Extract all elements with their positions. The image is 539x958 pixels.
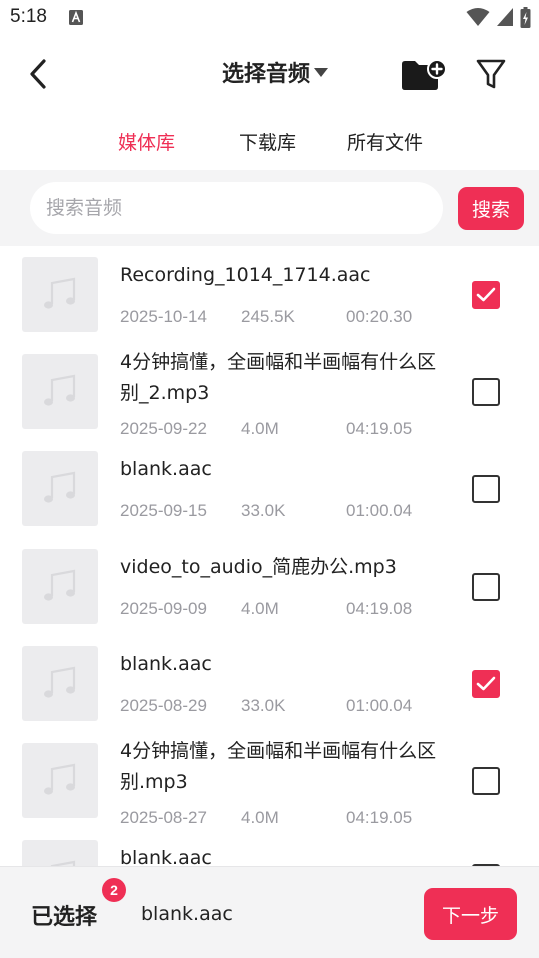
audio-thumbnail <box>22 549 98 624</box>
list-item[interactable]: blank.aac 2025-08-29 33.0K 01:00.04 <box>0 635 539 732</box>
tab-media-library[interactable]: 媒体库 <box>118 128 175 155</box>
search-input[interactable] <box>30 182 443 234</box>
select-checkbox[interactable] <box>472 670 500 698</box>
select-checkbox[interactable] <box>472 378 500 406</box>
file-size: 245.5K <box>241 307 295 326</box>
title-dropdown[interactable]: 选择音频 <box>222 56 329 88</box>
checkmark-icon <box>476 287 496 302</box>
search-button[interactable]: 搜索 <box>458 187 524 230</box>
list-item[interactable]: Recording_1014_1714.aac 2025-10-14 245.5… <box>0 246 539 343</box>
tab-all-files[interactable]: 所有文件 <box>347 128 423 155</box>
select-checkbox[interactable] <box>472 767 500 795</box>
wifi-icon <box>466 8 490 26</box>
dropdown-caret-icon <box>314 68 329 77</box>
nav-bar: 选择音频 <box>0 36 539 108</box>
select-checkbox[interactable] <box>472 281 500 309</box>
add-folder-icon[interactable] <box>400 54 448 94</box>
status-time: 5:18 <box>10 6 47 27</box>
selected-file-name[interactable]: blank.aac <box>141 903 233 925</box>
audio-thumbnail <box>22 257 98 332</box>
search-area: 搜索 <box>0 170 539 246</box>
selected-count-badge: 2 <box>102 878 126 902</box>
file-duration: 04:19.08 <box>346 599 413 618</box>
audio-list: Recording_1014_1714.aac 2025-10-14 245.5… <box>0 246 539 866</box>
file-name: 4分钟搞懂，全画幅和半画幅有什么区别.mp3 <box>120 740 437 793</box>
bottom-bar: 已选择 2 blank.aac 下一步 <box>0 866 539 958</box>
list-item[interactable]: 4分钟搞懂，全画幅和半画幅有什么区别.mp3 2025-08-27 4.0M 0… <box>0 732 539 829</box>
back-arrow-icon <box>30 59 46 89</box>
status-bar: 5:18 <box>0 0 539 36</box>
back-button[interactable] <box>22 54 54 94</box>
file-date: 2025-08-27 <box>120 808 207 827</box>
music-note-icon <box>44 374 76 406</box>
file-duration: 01:00.04 <box>346 696 413 715</box>
file-duration: 04:19.05 <box>346 419 413 438</box>
file-name: 4分钟搞懂，全画幅和半画幅有什么区别_2.mp3 <box>120 351 437 404</box>
music-note-icon <box>50 860 76 866</box>
music-note-icon <box>44 471 76 503</box>
music-note-icon <box>44 277 76 309</box>
file-name: blank.aac <box>120 458 212 480</box>
status-icons <box>466 6 531 28</box>
file-size: 4.0M <box>241 808 279 827</box>
next-button[interactable]: 下一步 <box>424 888 517 940</box>
file-size: 33.0K <box>241 696 286 715</box>
notification-icon <box>69 10 83 25</box>
file-meta: 2025-08-29 33.0K 01:00.04 <box>120 696 440 720</box>
checkmark-icon <box>476 676 496 691</box>
audio-thumbnail <box>22 451 98 526</box>
file-name: video_to_audio_简鹿办公.mp3 <box>120 556 397 578</box>
battery-icon <box>520 6 531 28</box>
music-note-icon <box>44 569 76 601</box>
file-duration: 04:19.05 <box>346 808 413 827</box>
file-meta: 2025-10-14 245.5K 00:20.30 <box>120 307 440 331</box>
select-checkbox[interactable] <box>472 573 500 601</box>
file-duration: 00:20.30 <box>346 307 413 326</box>
file-duration: 01:00.04 <box>346 501 413 520</box>
file-size: 4.0M <box>241 419 279 438</box>
signal-icon <box>497 8 513 26</box>
file-date: 2025-09-09 <box>120 599 207 618</box>
audio-thumbnail <box>22 646 98 721</box>
list-item[interactable]: video_to_audio_简鹿办公.mp3 2025-09-09 4.0M … <box>0 538 539 635</box>
file-meta: 2025-09-15 33.0K 01:00.04 <box>120 501 440 525</box>
file-name: blank.aac <box>120 847 212 866</box>
list-item[interactable]: blank.aac 2025-09-15 33.0K 01:00.04 <box>0 440 539 537</box>
audio-thumbnail <box>22 354 98 429</box>
file-date: 2025-09-15 <box>120 501 207 520</box>
file-size: 4.0M <box>241 599 279 618</box>
music-note-icon <box>44 763 76 795</box>
audio-thumbnail <box>22 743 98 818</box>
page-title: 选择音频 <box>222 62 311 87</box>
selected-label: 已选择 <box>31 905 98 930</box>
file-name: Recording_1014_1714.aac <box>120 264 371 286</box>
file-meta: 2025-09-09 4.0M 04:19.08 <box>120 599 440 623</box>
list-item[interactable]: 4分钟搞懂，全画幅和半画幅有什么区别_2.mp3 2025-09-22 4.0M… <box>0 343 539 440</box>
select-checkbox[interactable] <box>472 475 500 503</box>
file-size: 33.0K <box>241 501 286 520</box>
tab-downloads[interactable]: 下载库 <box>239 128 296 155</box>
file-date: 2025-09-22 <box>120 419 207 438</box>
filter-icon[interactable] <box>474 54 508 94</box>
audio-thumbnail <box>22 840 98 866</box>
file-name: blank.aac <box>120 653 212 675</box>
file-date: 2025-08-29 <box>120 696 207 715</box>
list-item[interactable]: blank.aac <box>0 829 539 866</box>
source-tabs: 媒体库 下载库 所有文件 <box>0 108 539 170</box>
music-note-icon <box>44 666 76 698</box>
file-date: 2025-10-14 <box>120 307 207 326</box>
